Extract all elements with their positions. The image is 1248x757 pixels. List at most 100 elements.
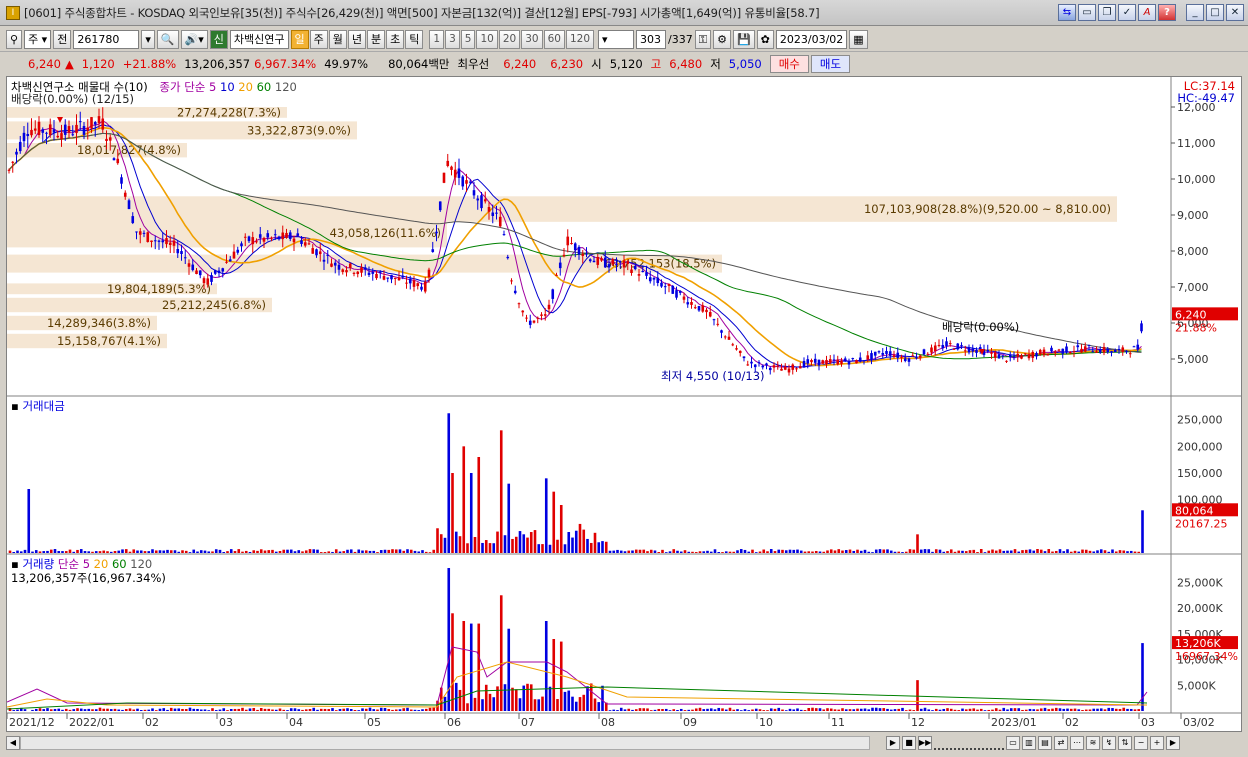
candle-body [93,122,97,125]
restore-layout-icon[interactable]: ❐ [1098,4,1116,21]
volume-bar [848,709,852,711]
volume-bar [702,709,706,711]
period-button-1[interactable]: 주 [309,30,328,49]
candle-body [656,277,660,283]
code-input-value: 261780 [77,33,120,46]
candle-body [348,263,352,268]
zoom-in-icon[interactable]: + [1150,736,1164,750]
period-button-4[interactable]: 분 [367,30,386,49]
minute-button-10[interactable]: 10 [476,30,498,49]
tool-1-icon[interactable]: ▭ [1006,736,1020,750]
volume-bar [143,709,147,711]
scroll-right-icon[interactable]: ▶ [1166,736,1180,750]
minute-button-60[interactable]: 60 [543,30,565,49]
settings-icon[interactable]: ⚙ [713,30,731,49]
minute-button-120[interactable]: 120 [565,30,595,49]
x-axis-label: 03/02 [1183,716,1215,729]
period-button-3[interactable]: 년 [347,30,367,49]
minimize-layout-icon[interactable]: ▭ [1078,4,1096,21]
candle-body [393,277,397,280]
minute-input[interactable]: ▾ [598,30,635,49]
x-axis-label: 05 [367,716,381,729]
count-input[interactable]: 303 [636,30,667,49]
period-button-0[interactable]: 일 [290,30,309,49]
candle-body [723,336,727,338]
link-icon[interactable]: ⇆ [1058,4,1076,21]
candle-body [75,124,78,134]
search-icon[interactable]: 🔍 [156,30,179,49]
amount-bar [1013,549,1017,553]
candle-body [198,270,202,276]
volume-bar [1099,708,1103,711]
amount-bar [454,531,458,553]
code-input[interactable]: 261780 [73,30,140,49]
x-axis-label: 02 [145,716,159,729]
minute-button-5[interactable]: 5 [460,30,476,49]
candle-body [1050,347,1053,352]
minute-button-3[interactable]: 3 [445,30,460,49]
candle-body [450,166,453,170]
scroll-left-icon[interactable]: ◀ [6,736,20,750]
stop-icon[interactable]: ■ [902,736,916,750]
ma-10: 10 [220,80,235,94]
market-select[interactable]: 주 ▾ [24,30,52,49]
all-button[interactable]: 전 [53,30,72,49]
tool-7-icon[interactable]: ↯ [1102,736,1116,750]
volume-bar [376,709,379,711]
tool-5-icon[interactable]: ⋯ [1070,736,1084,750]
tool-2-icon[interactable]: ▥ [1022,736,1036,750]
tool-3-icon[interactable]: ▤ [1038,736,1052,750]
volume-bar [766,710,769,711]
minute-button-1[interactable]: 1 [429,30,445,49]
period-button-5[interactable]: 초 [386,30,405,49]
period-button-2[interactable]: 월 [328,30,347,49]
config-icon[interactable]: ✿ [756,30,774,49]
candle-body [438,201,442,211]
tool-8-icon[interactable]: ⇅ [1118,736,1132,750]
candle-body [798,366,802,369]
chart-area[interactable]: 27,274,228(7.3%) 33,322,873(9.0%) 18,017,8… [6,76,1242,732]
tool-6-icon[interactable]: ≋ [1086,736,1100,750]
play-icon[interactable]: ▶ [886,736,900,750]
volume-bar [117,709,121,711]
amount-bar [627,550,631,553]
zoom-out-icon[interactable]: − [1134,736,1148,750]
code-dropdown-icon[interactable]: ▾ [141,30,155,49]
favorite-icon[interactable]: ✓ [1118,4,1136,21]
amount-bar [252,550,256,553]
chart-svg[interactable]: 27,274,228(7.3%)33,322,873(9.0%)18,017,8… [7,77,1241,731]
candle-body [742,356,746,359]
fast-forward-icon[interactable]: ▶▶ [918,736,932,750]
candle-body [67,126,71,133]
lock-icon[interactable]: ⚿ [694,30,712,49]
amount-bar [226,551,229,553]
buy-button[interactable]: 매수 [769,55,809,73]
calendar-icon[interactable]: ▦ [849,30,868,49]
minute-button-20[interactable]: 20 [498,30,521,49]
minute-button-30[interactable]: 30 [521,30,543,49]
font-icon[interactable]: A [1138,4,1156,21]
save-icon[interactable]: 💾 [732,30,755,49]
amount-bar [8,550,12,553]
help-icon[interactable]: ? [1158,4,1176,21]
close-button[interactable]: ✕ [1226,4,1244,21]
window-title: [0601] 주식종합차트 - KOSDAQ 외국인보유[35(천)] 주식수[… [24,5,820,20]
volume-bar [822,709,826,711]
minimize-button[interactable]: _ [1186,4,1204,21]
date-input[interactable]: 2023/03/02 [775,30,848,49]
horizontal-scrollbar[interactable] [20,736,870,750]
zoom-slider[interactable] [934,736,1004,750]
speaker-icon[interactable]: 🔊▾ [180,30,208,49]
stock-search-icon[interactable]: ⚲ [6,30,23,49]
amount-bar [49,549,53,553]
candle-body [521,310,525,313]
sell-button[interactable]: 매도 [810,55,851,73]
amount-bar [844,550,848,553]
tool-4-icon[interactable]: ⇄ [1054,736,1068,750]
maximize-button[interactable]: □ [1206,4,1224,21]
period-button-6[interactable]: 틱 [405,30,424,49]
candle-body [851,358,855,360]
amount-bar [1088,550,1092,553]
x-axis-label: 2023/01 [991,716,1037,729]
volume-bar [709,708,713,711]
